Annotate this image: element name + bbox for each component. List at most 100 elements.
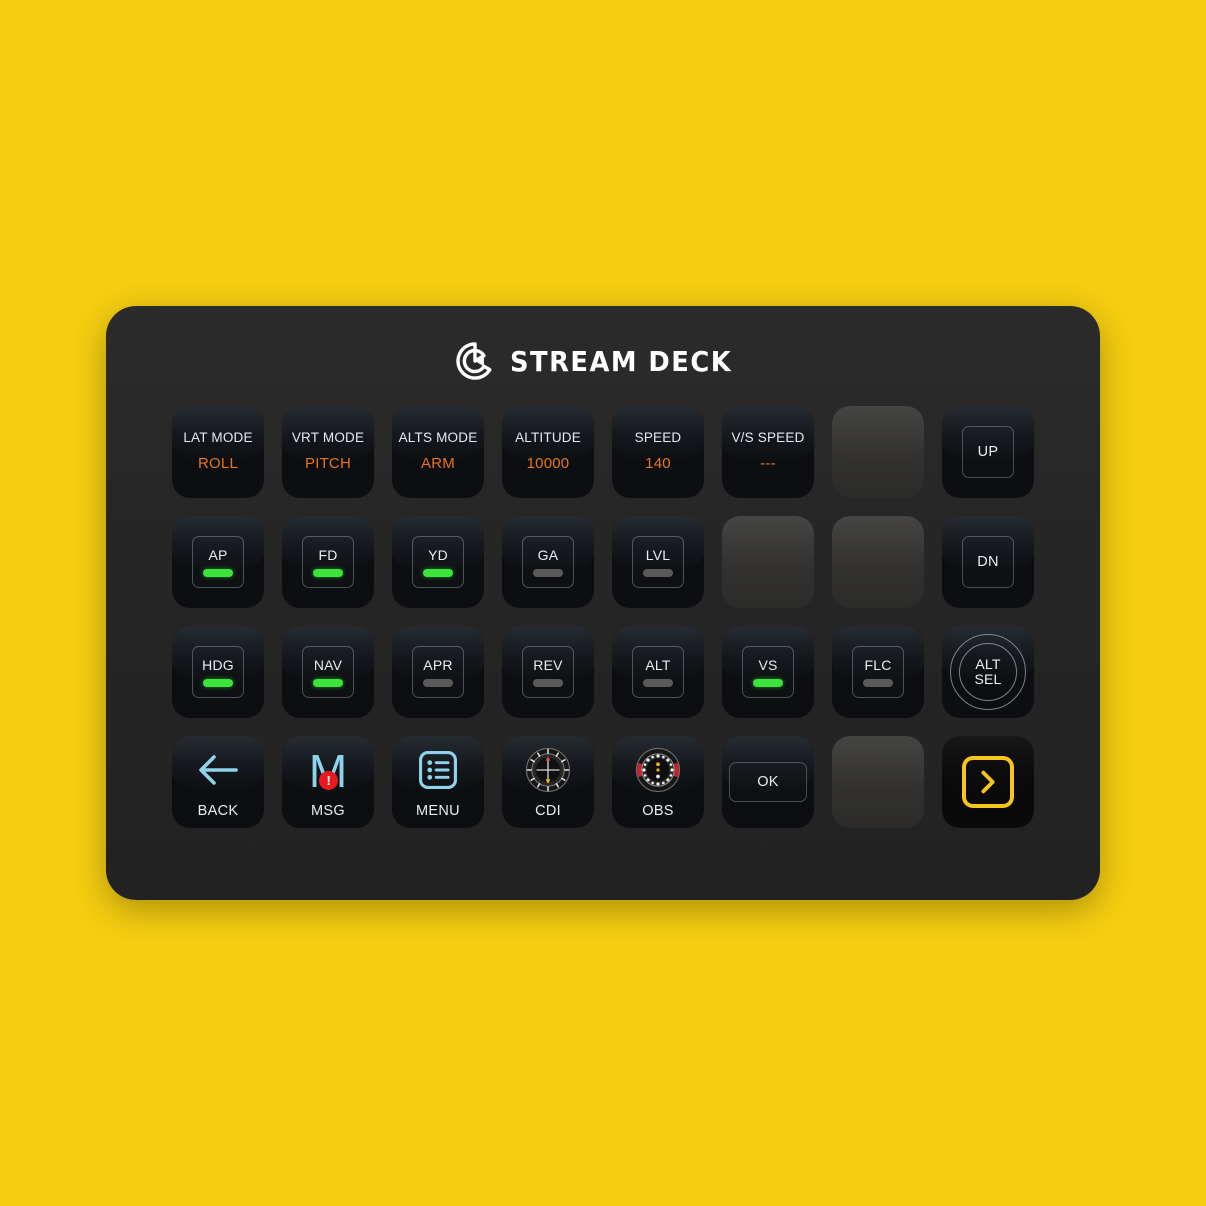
- key-vs-speed[interactable]: V/S SPEED ---: [722, 406, 814, 498]
- annunciator-label: APR: [423, 656, 453, 673]
- key-fd[interactable]: FD: [282, 516, 374, 608]
- annunciator-label: AP: [208, 546, 228, 563]
- key-face: ALTITUDE 10000: [502, 406, 594, 498]
- status-value: PITCH: [305, 455, 351, 472]
- icon-caption: CDI: [535, 803, 561, 819]
- label-box: DN: [962, 536, 1014, 588]
- status-value: ARM: [421, 455, 455, 472]
- key-speed[interactable]: SPEED 140: [612, 406, 704, 498]
- label-box: UP: [962, 426, 1014, 478]
- key-alts-mode[interactable]: ALTS MODE ARM: [392, 406, 484, 498]
- key-face: BACK: [172, 736, 264, 828]
- key-alt[interactable]: ALT: [612, 626, 704, 718]
- key-face: YD: [392, 516, 484, 608]
- key-empty[interactable]: [832, 736, 924, 828]
- key-rev[interactable]: REV: [502, 626, 594, 718]
- key-face: V/S SPEED ---: [722, 406, 814, 498]
- annunciator-label: REV: [533, 656, 563, 673]
- key-ap[interactable]: AP: [172, 516, 264, 608]
- key-ok[interactable]: OK: [722, 736, 814, 828]
- annunciator-label: GA: [537, 546, 559, 563]
- key-up[interactable]: UP: [942, 406, 1034, 498]
- status-indicator-on: [753, 678, 783, 687]
- annunciator-label: NAV: [313, 656, 343, 673]
- status-indicator-off: [423, 678, 453, 687]
- list-menu-icon: [416, 745, 460, 795]
- annunciator-box: VS: [742, 646, 794, 698]
- annunciator-box: ALT: [632, 646, 684, 698]
- key-flc[interactable]: FLC: [832, 626, 924, 718]
- status-label: LAT MODE: [183, 430, 253, 445]
- status-label: SPEED: [634, 430, 682, 445]
- chevron-right-icon: [962, 756, 1014, 808]
- key-ga[interactable]: GA: [502, 516, 594, 608]
- outer-ring: ALT SEL: [950, 634, 1026, 710]
- key-vs[interactable]: VS: [722, 626, 814, 718]
- ring-label-line2: SEL: [974, 671, 1002, 687]
- key-face: UP: [942, 406, 1034, 498]
- key-face: [722, 516, 814, 608]
- key-hdg[interactable]: HDG: [172, 626, 264, 718]
- annunciator-box: LVL: [632, 536, 684, 588]
- key-msg[interactable]: M! MSG: [282, 736, 374, 828]
- icon-caption: OBS: [642, 803, 674, 819]
- status-value: ---: [760, 455, 776, 472]
- annunciator-box: REV: [522, 646, 574, 698]
- key-face: VS: [722, 626, 814, 718]
- key-yd[interactable]: YD: [392, 516, 484, 608]
- brand-wordmark: STREAM DECK: [510, 344, 733, 378]
- screenshot-stage: STREAM DECK LAT MODE ROLL VRT MODE PITCH ALT…: [0, 0, 1206, 1206]
- key-face: FLC: [832, 626, 924, 718]
- key-alt-sel[interactable]: ALT SEL: [942, 626, 1034, 718]
- key-face: REV: [502, 626, 594, 718]
- status-indicator-off: [533, 678, 563, 687]
- status-indicator-on: [203, 568, 233, 577]
- key-face: AP: [172, 516, 264, 608]
- annunciator-label: LVL: [645, 546, 671, 563]
- key-lat-mode[interactable]: LAT MODE ROLL: [172, 406, 264, 498]
- ring-label-line1: ALT: [975, 655, 1001, 672]
- key-face: SPEED 140: [612, 406, 704, 498]
- key-back[interactable]: BACK: [172, 736, 264, 828]
- key-face: [832, 736, 924, 828]
- key-altitude[interactable]: ALTITUDE 10000: [502, 406, 594, 498]
- key-empty[interactable]: [832, 516, 924, 608]
- key-empty[interactable]: [722, 516, 814, 608]
- key-grid: LAT MODE ROLL VRT MODE PITCH ALTS MODE ARM ALT…: [172, 406, 1034, 828]
- status-label: ALTITUDE: [515, 430, 581, 445]
- key-menu[interactable]: MENU: [392, 736, 484, 828]
- annunciator-box: NAV: [302, 646, 354, 698]
- status-value: ROLL: [198, 455, 238, 472]
- annunciator-label: VS: [758, 656, 778, 673]
- key-face: VRT MODE PITCH: [282, 406, 374, 498]
- status-label: VRT MODE: [291, 430, 365, 445]
- status-indicator-on: [313, 568, 343, 577]
- annunciator-label: FLC: [864, 656, 892, 673]
- key-cdi[interactable]: CDI: [502, 736, 594, 828]
- status-label: V/S SPEED: [731, 430, 805, 445]
- key-face: [832, 406, 924, 498]
- key-face: FD: [282, 516, 374, 608]
- key-empty[interactable]: [832, 406, 924, 498]
- icon-caption: MSG: [311, 803, 345, 819]
- cdi-compass-icon: [525, 745, 571, 795]
- key-lvl[interactable]: LVL: [612, 516, 704, 608]
- key-face: APR: [392, 626, 484, 718]
- annunciator-box: APR: [412, 646, 464, 698]
- label-box: OK: [729, 762, 807, 802]
- annunciator-box: YD: [412, 536, 464, 588]
- brand-header: STREAM DECK: [106, 340, 1100, 382]
- key-dn[interactable]: DN: [942, 516, 1034, 608]
- key-vrt-mode[interactable]: VRT MODE PITCH: [282, 406, 374, 498]
- key-face: LAT MODE ROLL: [172, 406, 264, 498]
- key-nav[interactable]: NAV: [282, 626, 374, 718]
- key-face: DN: [942, 516, 1034, 608]
- key-apr[interactable]: APR: [392, 626, 484, 718]
- annunciator-label: YD: [428, 546, 448, 563]
- key-obs[interactable]: OBS: [612, 736, 704, 828]
- annunciator-box: AP: [192, 536, 244, 588]
- elgato-logo-icon: [456, 342, 492, 380]
- status-label: ALTS MODE: [398, 430, 478, 445]
- stream-deck-device: STREAM DECK LAT MODE ROLL VRT MODE PITCH ALT…: [106, 306, 1100, 900]
- key-next[interactable]: [942, 736, 1034, 828]
